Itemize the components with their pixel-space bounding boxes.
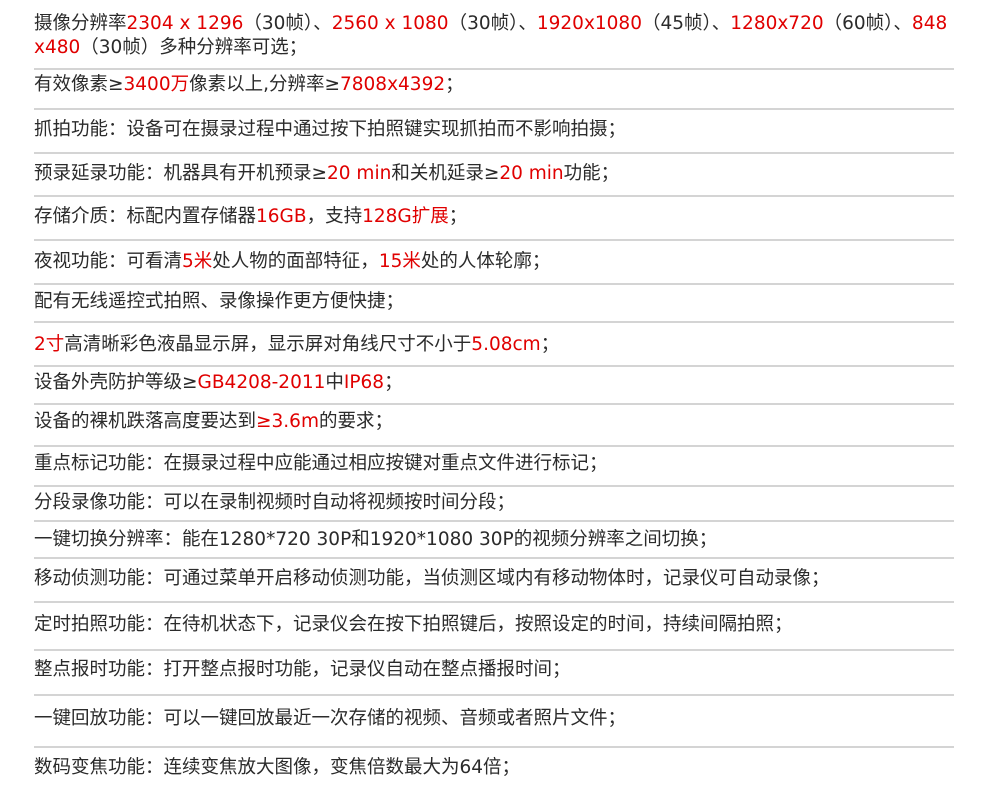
spec-resolutions: 摄像分辨率2304 x 1296（30帧）、2560 x 1080（30帧）、1…: [34, 12, 950, 60]
highlighted-value: 1920x1080: [536, 13, 642, 34]
spec-text-segment: 分段录像功能：可以在录制视频时自动将视频按时间分段；: [34, 492, 516, 513]
spec-text-segment: 预录延录功能：机器具有开机预录≥: [34, 163, 328, 184]
highlighted-value: 7808x4392: [340, 74, 446, 95]
spec-night-vision: 夜视功能：可看清5米处人物的面部特征，15米处的人体轮廓；: [34, 250, 950, 274]
row-divider: [34, 485, 954, 487]
spec-screen: 2寸高清晰彩色液晶显示屏，显示屏对角线尺寸不小于5.08cm；: [34, 333, 950, 357]
row-divider: [34, 365, 954, 367]
spec-text-segment: 整点报时功能：打开整点报时功能，记录仪自动在整点播报时间；: [34, 659, 571, 680]
spec-text-segment: 中: [325, 372, 344, 393]
spec-text-segment: 移动侦测功能：可通过菜单开启移动侦测功能，当侦测区域内有移动物体时，记录仪可自动…: [34, 568, 830, 589]
spec-text-segment: 功能；: [563, 163, 620, 184]
spec-text-segment: ；: [445, 74, 464, 95]
spec-text-segment: 存储介质：标配内置存储器: [34, 206, 257, 227]
spec-snapshot: 抓拍功能：设备可在摄录过程中通过按下拍照键实现抓拍而不影响拍摄；: [34, 118, 950, 142]
highlighted-value: 2304 x 1296: [126, 13, 244, 34]
spec-text-segment: （30帧）、: [448, 13, 537, 34]
row-divider: [34, 694, 954, 696]
spec-text-segment: ，支持: [306, 206, 363, 227]
row-divider: [34, 68, 954, 70]
spec-text-segment: 摄像分辨率: [34, 13, 127, 34]
spec-storage: 存储介质：标配内置存储器16GB，支持128G扩展；: [34, 205, 950, 229]
spec-hourly-chime: 整点报时功能：打开整点报时功能，记录仪自动在整点播报时间；: [34, 658, 950, 682]
spec-text-segment: 设备的裸机跌落高度要达到: [34, 411, 257, 432]
row-divider: [34, 601, 954, 603]
row-divider: [34, 239, 954, 241]
row-divider: [34, 746, 954, 748]
spec-text-segment: （60帧）、: [823, 13, 912, 34]
row-divider: [34, 108, 954, 110]
spec-text-segment: ；: [448, 206, 468, 227]
spec-pre-post-record: 预录延录功能：机器具有开机预录≥20 min和关机延录≥20 min功能；: [34, 162, 950, 186]
row-divider: [34, 152, 954, 154]
spec-text-segment: 抓拍功能：设备可在摄录过程中通过按下拍照键实现抓拍而不影响拍摄；: [34, 119, 627, 140]
spec-text-segment: 数码变焦功能：连续变焦放大图像，变焦倍数最大为64倍；: [34, 757, 521, 778]
highlighted-value: 128G扩展: [362, 206, 449, 227]
spec-text-segment: 像素以上,分辨率≥: [189, 74, 340, 95]
highlighted-value: 3400万: [123, 74, 190, 95]
highlighted-value: 20 min: [327, 163, 392, 184]
spec-text-segment: 处人物的面部特征，: [212, 251, 379, 272]
row-divider: [34, 321, 954, 323]
spec-text-segment: 的要求；: [318, 411, 393, 432]
row-divider: [34, 403, 954, 405]
spec-text-segment: 配有无线遥控式拍照、录像操作更方便快捷；: [34, 291, 405, 312]
spec-text-segment: 处的人体轮廓；: [420, 251, 551, 272]
spec-wireless-remote: 配有无线遥控式拍照、录像操作更方便快捷；: [34, 290, 950, 314]
spec-text-segment: 设备外壳防护等级≥: [34, 372, 198, 393]
spec-text-segment: 和关机延录≥: [391, 163, 500, 184]
spec-digital-zoom: 数码变焦功能：连续变焦放大图像，变焦倍数最大为64倍；: [34, 756, 950, 780]
row-divider: [34, 195, 954, 197]
highlighted-value: 5米: [182, 251, 213, 272]
highlighted-value: 16GB: [256, 206, 307, 227]
highlighted-value: IP68: [343, 372, 385, 393]
spec-text-segment: 有效像素≥: [34, 74, 124, 95]
spec-text-segment: 一键回放功能：可以一键回放最近一次存储的视频、音频或者照片文件；: [34, 708, 627, 729]
spec-effective-pixels: 有效像素≥3400万像素以上,分辨率≥7808x4392；: [34, 73, 950, 97]
highlighted-value: 2寸: [34, 334, 65, 355]
spec-text-segment: （45帧）、: [641, 13, 731, 34]
spec-text-segment: 夜视功能：可看清: [34, 251, 183, 272]
spec-text-segment: （30帧）多种分辨率可选；: [80, 37, 308, 58]
spec-text-segment: 定时拍照功能：在待机状态下，记录仪会在按下拍照键后，按照设定的时间，持续间隔拍照…: [34, 614, 793, 635]
highlighted-value: 15米: [378, 251, 421, 272]
spec-text-segment: （30帧）、: [243, 13, 332, 34]
spec-drop-height: 设备的裸机跌落高度要达到≥3.6m的要求；: [34, 410, 950, 434]
highlighted-value: GB4208-2011: [197, 372, 326, 393]
spec-one-key-playback: 一键回放功能：可以一键回放最近一次存储的视频、音频或者照片文件；: [34, 707, 950, 731]
highlighted-value: 2560 x 1080: [331, 13, 449, 34]
spec-protection: 设备外壳防护等级≥GB4208-2011中IP68；: [34, 371, 950, 395]
spec-text-segment: ；: [384, 372, 403, 393]
row-divider: [34, 557, 954, 559]
spec-text-segment: 高清晰彩色液晶显示屏，显示屏对角线尺寸不小于: [64, 334, 472, 355]
highlighted-value: 20 min: [499, 163, 564, 184]
highlighted-value: 5.08cm: [471, 334, 541, 355]
row-divider: [34, 445, 954, 447]
spec-text-segment: 重点标记功能：在摄录过程中应能通过相应按键对重点文件进行标记；: [34, 453, 608, 474]
row-divider: [34, 649, 954, 651]
spec-segmented-recording: 分段录像功能：可以在录制视频时自动将视频按时间分段；: [34, 491, 950, 515]
spec-one-key-resolution: 一键切换分辨率：能在1280*720 30P和1920*1080 30P的视频分…: [34, 528, 950, 552]
row-divider: [34, 283, 954, 285]
spec-timed-photo: 定时拍照功能：在待机状态下，记录仪会在按下拍照键后，按照设定的时间，持续间隔拍照…: [34, 613, 950, 637]
spec-text-segment: ；: [540, 334, 560, 355]
row-divider: [34, 520, 954, 522]
highlighted-value: 1280x720: [730, 13, 824, 34]
spec-text-segment: 一键切换分辨率：能在1280*720 30P和1920*1080 30P的视频分…: [34, 529, 718, 550]
spec-key-file-marking: 重点标记功能：在摄录过程中应能通过相应按键对重点文件进行标记；: [34, 452, 950, 476]
highlighted-value: ≥3.6m: [256, 411, 319, 432]
spec-motion-detection: 移动侦测功能：可通过菜单开启移动侦测功能，当侦测区域内有移动物体时，记录仪可自动…: [34, 567, 950, 591]
